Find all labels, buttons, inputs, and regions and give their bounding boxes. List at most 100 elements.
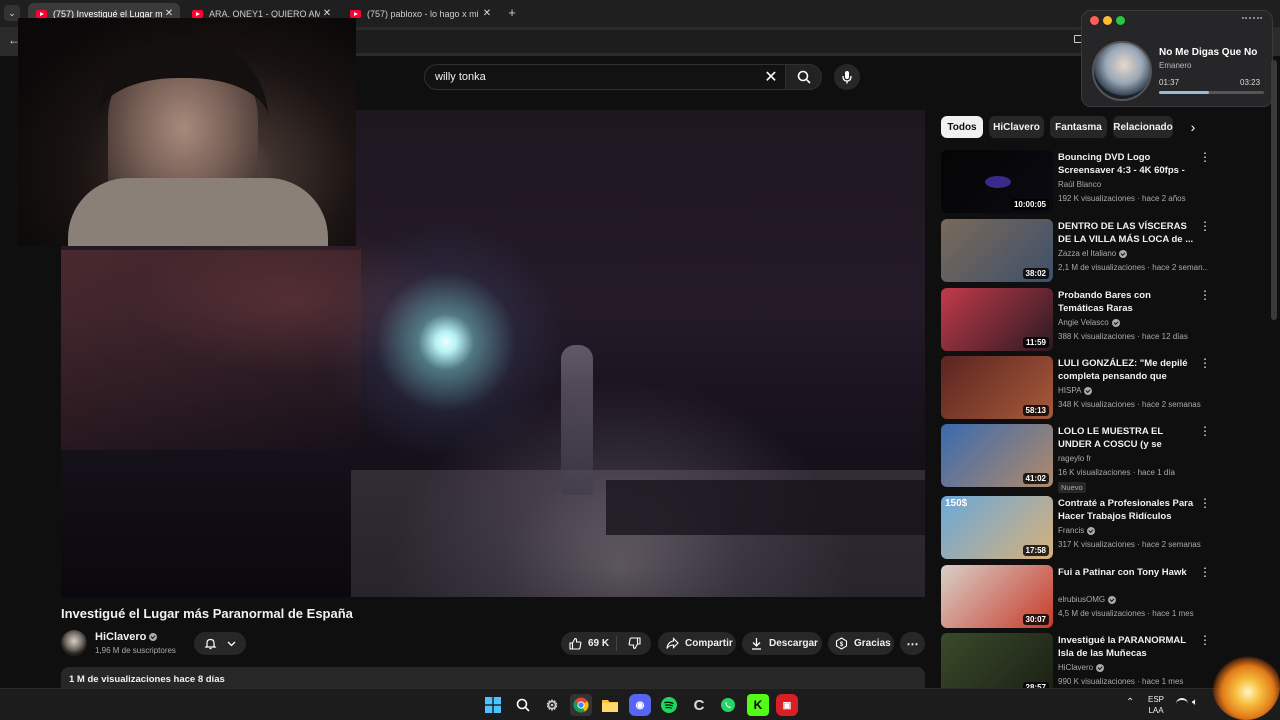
video-duration: 11:59: [1022, 337, 1049, 348]
chip-fantasma[interactable]: Fantasma: [1050, 116, 1107, 138]
recommendation-title[interactable]: Bouncing DVD Logo Screensaver 4:3 - 4K 6…: [1058, 151, 1194, 177]
search-input[interactable]: willy tonka: [424, 64, 786, 90]
recommendation-channel[interactable]: Raúl Blanco: [1058, 180, 1101, 189]
chrome-icon[interactable]: [570, 694, 592, 716]
recommendation-item[interactable]: 38:02 DENTRO DE LAS VÍSCERAS DE LA VILLA …: [941, 219, 1213, 283]
video-thumbnail[interactable]: 150$ 17:58: [941, 496, 1053, 559]
progress-track[interactable]: [1159, 91, 1264, 94]
thanks-button[interactable]: $ Gracias: [828, 632, 894, 655]
wifi-icon[interactable]: [1176, 698, 1188, 710]
recommendation-item[interactable]: 30:07 Fui a Patinar con Tony Hawk elrubius…: [941, 565, 1213, 629]
search-icon: [797, 70, 811, 84]
recommendation-title[interactable]: Investigué la PARANORMAL Isla de las Muñ…: [1058, 634, 1194, 660]
channel-name-text: Zazza el Italiano: [1058, 249, 1117, 258]
recommendation-channel[interactable]: Zazza el Italiano: [1058, 249, 1128, 258]
recommendation-title[interactable]: Contraté a Profesionales Para Hacer Trab…: [1058, 497, 1194, 523]
discord-icon[interactable]: ◉: [629, 694, 651, 716]
minimize-window-icon[interactable]: [1103, 16, 1112, 25]
video-thumbnail[interactable]: 58:13: [941, 356, 1053, 419]
video-thumbnail[interactable]: 10:00:05: [941, 150, 1053, 213]
recommendation-channel[interactable]: elrubiusOMG: [1058, 595, 1117, 604]
chip-hiclavero[interactable]: HiClavero: [989, 116, 1044, 138]
browser-tab-3[interactable]: (757) pabloxo - lo hago x mi (p... ✕: [342, 3, 498, 24]
recommendation-title[interactable]: Fui a Patinar con Tony Hawk: [1058, 566, 1194, 579]
recommendation-meta: 317 K visualizaciones · hace 2 semanas: [1058, 540, 1201, 549]
recommendation-channel[interactable]: HISPA: [1058, 386, 1093, 395]
recommendation-title[interactable]: DENTRO DE LAS VÍSCERAS DE LA VILLA MÁS L…: [1058, 220, 1194, 246]
maximize-window-icon[interactable]: [1116, 16, 1125, 25]
more-vert-icon[interactable]: ⋮: [1199, 424, 1211, 438]
chevron-down-icon: [227, 641, 236, 647]
kick-icon[interactable]: K: [747, 694, 769, 716]
recommendation-item[interactable]: 150$ 17:58 Contraté a Profesionales Para H…: [941, 496, 1213, 560]
like-button[interactable]: 69 K: [561, 636, 617, 651]
file-explorer-icon[interactable]: [599, 694, 621, 716]
recommendation-item[interactable]: 10:00:05 Bouncing DVD Logo Screensaver 4:…: [941, 150, 1213, 214]
show-hidden-icons-icon[interactable]: ⌃: [1126, 697, 1134, 708]
verified-icon: [1084, 386, 1093, 395]
close-icon[interactable]: ✕: [480, 8, 494, 19]
new-badge: Nuevo: [1058, 482, 1086, 493]
recommendation-title[interactable]: LULI GONZÁLEZ: "Me depilé completa pensa…: [1058, 357, 1194, 383]
streaming-app-icon[interactable]: ▣: [776, 694, 798, 716]
more-vert-icon[interactable]: ⋮: [1199, 496, 1211, 510]
start-windows-icon[interactable]: [482, 694, 504, 716]
like-count: 69 K: [588, 638, 610, 649]
more-vert-icon[interactable]: ⋮: [1199, 633, 1211, 647]
video-thumbnail[interactable]: 30:07: [941, 565, 1053, 628]
search-query: willy tonka: [435, 71, 486, 83]
video-duration: 10:00:05: [1010, 199, 1049, 210]
more-vert-icon[interactable]: ⋮: [1199, 219, 1211, 233]
recommendation-meta: 192 K visualizaciones · hace 2 años: [1058, 194, 1186, 203]
chip-relacionado[interactable]: Relacionado: [1113, 116, 1173, 138]
video-thumbnail[interactable]: 41:02: [941, 424, 1053, 487]
notification-bell-button[interactable]: [194, 632, 246, 655]
more-vert-icon[interactable]: ⋮: [1199, 356, 1211, 370]
share-icon: [666, 637, 679, 649]
chip-todos[interactable]: Todos: [941, 116, 983, 138]
download-button[interactable]: Descargar: [742, 632, 822, 655]
volume-icon[interactable]: 🔈︎: [1192, 697, 1198, 708]
thumbnail-price-tag: 150$: [945, 498, 968, 509]
channel-name[interactable]: HiClavero: [95, 631, 158, 643]
language-indicator[interactable]: ESP LAA: [1148, 694, 1164, 716]
more-actions-button[interactable]: ⋯: [900, 632, 925, 655]
whatsapp-icon[interactable]: [717, 694, 739, 716]
more-vert-icon[interactable]: ⋮: [1199, 288, 1211, 302]
chevron-right-icon[interactable]: ›: [1185, 118, 1201, 136]
recommendation-item[interactable]: 41:02 LOLO LE MUESTRA EL UNDER A COSCU (y…: [941, 424, 1213, 493]
total-time: 03:23: [1240, 78, 1261, 87]
recommendation-channel[interactable]: Francis: [1058, 526, 1096, 535]
voice-search-button[interactable]: [834, 64, 860, 90]
channel-avatar[interactable]: [61, 630, 87, 656]
recommendation-channel[interactable]: Angie Velasco: [1058, 318, 1120, 327]
recommendation-channel[interactable]: rageylo fr: [1058, 454, 1091, 463]
language-code: ESP: [1148, 695, 1165, 704]
search-button[interactable]: [786, 64, 822, 90]
clear-search-icon[interactable]: ✕: [760, 66, 782, 88]
close-window-icon[interactable]: [1090, 16, 1099, 25]
recommendation-item[interactable]: 11:59 Probando Bares con Temáticas Raras A…: [941, 288, 1213, 352]
song-title: No Me Digas Que No: [1159, 47, 1258, 58]
recommendation-item[interactable]: 58:13 LULI GONZÁLEZ: "Me depilé completa …: [941, 356, 1213, 420]
video-thumbnail[interactable]: 28:57: [941, 633, 1053, 696]
more-vert-icon[interactable]: ⋮: [1199, 565, 1211, 579]
windows-taskbar: ⚙ ◉ C K ▣ ⌃ ESP LAA 🔈︎: [0, 688, 1280, 720]
settings-gear-icon[interactable]: ⚙: [541, 694, 563, 716]
search-icon[interactable]: [512, 694, 534, 716]
recommendation-channel[interactable]: HiClavero: [1058, 663, 1105, 672]
dislike-button[interactable]: [617, 637, 651, 650]
video-thumbnail[interactable]: 11:59: [941, 288, 1053, 351]
page-scrollbar[interactable]: [1271, 60, 1277, 320]
share-button[interactable]: Compartir: [658, 632, 736, 655]
webcam-hair: [98, 38, 268, 158]
recommendation-title[interactable]: Probando Bares con Temáticas Raras: [1058, 289, 1194, 315]
more-vert-icon[interactable]: ⋮: [1199, 150, 1211, 164]
spotify-icon[interactable]: [658, 694, 680, 716]
new-tab-button[interactable]: +: [504, 5, 520, 21]
video-thumbnail[interactable]: 38:02: [941, 219, 1053, 282]
drag-handle-icon[interactable]: [1242, 17, 1262, 21]
music-mini-player[interactable]: No Me Digas Que No Emanero 01:37 03:23: [1081, 10, 1273, 107]
recommendation-title[interactable]: LOLO LE MUESTRA EL UNDER A COSCU (y se p…: [1058, 425, 1194, 451]
ccleaner-icon[interactable]: C: [688, 694, 710, 716]
